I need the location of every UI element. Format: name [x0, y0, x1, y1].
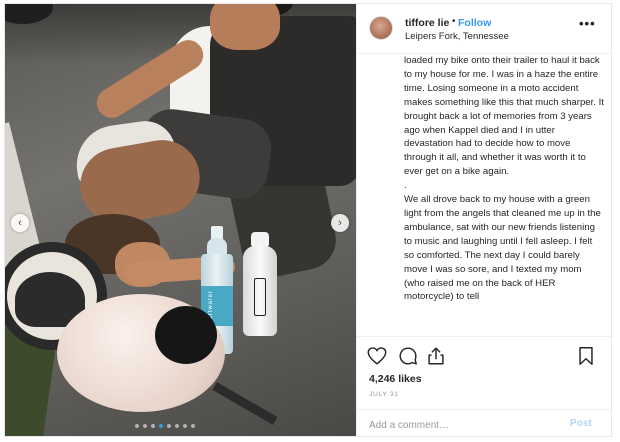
post-actions: 4,246 likes JULY 31 Post	[357, 336, 613, 436]
helmet-light-visor	[155, 306, 217, 364]
follow-button[interactable]: Follow	[458, 17, 491, 29]
more-options-icon[interactable]: •••	[579, 16, 596, 31]
share-icon[interactable]	[425, 345, 447, 367]
post-comment-button[interactable]: Post	[570, 418, 592, 429]
caption-paragraph: .	[404, 180, 407, 192]
avatar[interactable]	[369, 16, 393, 40]
username[interactable]: tiffore lie	[405, 17, 449, 29]
instagram-post: smartwater ‹ › tiffore lie • Follow Leip…	[4, 3, 613, 437]
carousel-dot[interactable]	[167, 424, 171, 428]
comment-box: Post	[357, 409, 613, 437]
post-photo[interactable]: smartwater ‹ ›	[5, 4, 356, 436]
comment-input[interactable]	[369, 417, 549, 433]
comment-icon[interactable]	[397, 345, 419, 367]
location-link[interactable]: Leipers Fork, Tennessee	[405, 31, 509, 42]
post-sidebar: tiffore lie • Follow Leipers Fork, Tenne…	[356, 4, 613, 436]
carousel-dot[interactable]	[143, 424, 147, 428]
caption: loaded my bike onto their trailer to hau…	[404, 54, 604, 336]
man-head	[210, 4, 280, 50]
chevron-right-icon[interactable]: ›	[331, 214, 349, 232]
carousel-dots	[135, 424, 195, 428]
carousel-dot[interactable]	[159, 424, 163, 428]
carousel-dot[interactable]	[151, 424, 155, 428]
white-bottle-logo	[254, 278, 266, 316]
bookmark-icon[interactable]	[575, 345, 597, 367]
likes-count[interactable]: 4,246 likes	[369, 373, 422, 385]
caption-paragraph: We all drove back to my house with a gre…	[404, 194, 601, 303]
caption-paragraph: loaded my bike onto their trailer to hau…	[404, 55, 604, 178]
carousel-dot[interactable]	[191, 424, 195, 428]
carousel-dot[interactable]	[175, 424, 179, 428]
post-header: tiffore lie • Follow Leipers Fork, Tenne…	[357, 4, 613, 54]
white-bottle	[243, 232, 277, 336]
post-date: JULY 31	[369, 391, 399, 398]
carousel-dot[interactable]	[183, 424, 187, 428]
carousel-dot[interactable]	[135, 424, 139, 428]
chevron-left-icon[interactable]: ‹	[11, 214, 29, 232]
heart-icon[interactable]	[366, 345, 388, 367]
separator-dot: •	[452, 16, 456, 27]
